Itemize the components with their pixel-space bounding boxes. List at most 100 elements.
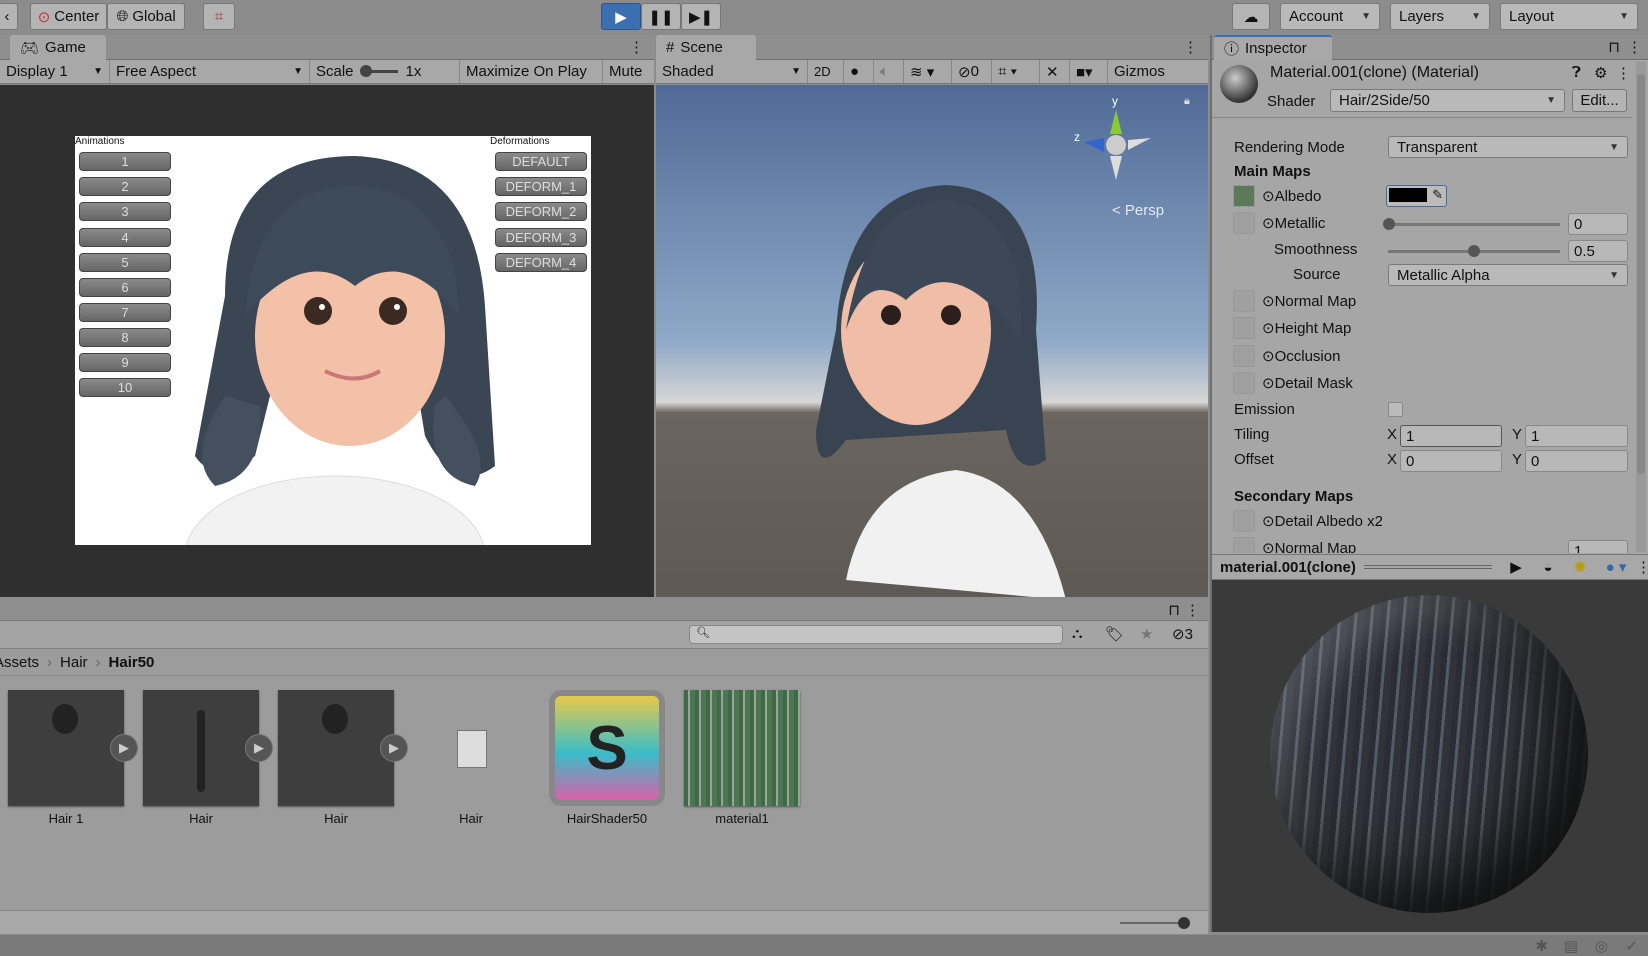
asset-hair-3[interactable]: ▶ Hair (278, 690, 408, 826)
debug-icon[interactable]: ✱ (1535, 937, 1548, 955)
animation-button-7[interactable]: 7 (79, 303, 171, 322)
asset-hair-1[interactable]: ▶ Hair 1 (8, 690, 138, 826)
asset-hair-2[interactable]: ▶ Hair (143, 690, 273, 826)
deform-button-1[interactable]: DEFORM_1 (495, 177, 587, 196)
display-dropdown[interactable]: Display 1 ▼ (0, 60, 110, 83)
smoothness-slider-handle[interactable] (1468, 245, 1480, 257)
animation-button-2[interactable]: 2 (79, 177, 171, 196)
animation-button-1[interactable]: 1 (79, 152, 171, 171)
tab-game[interactable]: 🎮︎ Game (10, 35, 106, 60)
asset-hair-file[interactable]: Hair (413, 690, 529, 826)
tab-inspector[interactable]: ⓘ Inspector (1214, 35, 1332, 60)
offset-x-field[interactable]: 0 (1400, 450, 1502, 472)
settings-icon[interactable]: ⚙︎ (1594, 64, 1607, 82)
console-icon[interactable]: ▤ (1564, 937, 1578, 955)
occlusion-slot[interactable] (1233, 345, 1255, 367)
smoothness-value-field[interactable]: 0.5 (1568, 240, 1628, 262)
lock-icon[interactable]: 🔒︎ (1184, 95, 1190, 108)
filter-by-type-icon[interactable]: ⛬ (1072, 625, 1083, 642)
deform-button-2[interactable]: DEFORM_2 (495, 202, 587, 221)
hidden-packages-toggle[interactable]: ⊘3 (1172, 625, 1193, 643)
preview-resize-handle[interactable] (1363, 565, 1492, 569)
scene-viewport[interactable]: y z 🔒︎ < Persp (656, 85, 1208, 597)
tiling-y-field[interactable]: 1 (1525, 425, 1628, 447)
expand-arrow-icon[interactable]: ▶ (110, 734, 138, 762)
material-preview[interactable] (1212, 580, 1648, 932)
perspective-label[interactable]: < Persp (1112, 202, 1164, 219)
animation-button-3[interactable]: 3 (79, 202, 171, 221)
panel-menu-icon[interactable]: ⋮ (629, 38, 644, 56)
expand-arrow-icon[interactable]: ▶ (245, 734, 273, 762)
asset-material1[interactable]: material1 (684, 690, 800, 826)
favorite-star-icon[interactable]: ★ (1140, 625, 1153, 643)
preview-menu-icon[interactable]: ⋮ (1636, 558, 1648, 576)
height-map-slot[interactable] (1233, 317, 1255, 339)
progress-icon[interactable]: ◎ (1595, 937, 1608, 955)
cloud-button[interactable]: ☁ (1232, 3, 1270, 30)
deform-button-default[interactable]: DEFAULT (495, 152, 587, 171)
play-button[interactable]: ▶ (601, 3, 641, 30)
asset-hairshader50[interactable]: S HairShader50 (549, 690, 665, 826)
eyedropper-icon[interactable]: ✎ (1432, 187, 1443, 203)
animation-button-8[interactable]: 8 (79, 328, 171, 347)
tab-scene[interactable]: # Scene (656, 35, 756, 60)
panel-menu-icon[interactable]: ⋮ (1185, 601, 1200, 619)
breadcrumb-hair[interactable]: Hair (60, 654, 88, 671)
pivot-center-button[interactable]: ⊙ Center (30, 3, 107, 30)
source-dropdown[interactable]: Metallic Alpha ▼ (1388, 264, 1628, 286)
filter-by-label-icon[interactable]: 🏷︎ (1105, 625, 1124, 643)
grid-dropdown[interactable]: ⌗ ▾ (992, 60, 1040, 83)
preview-play-icon[interactable]: ▶ (1500, 558, 1532, 576)
preview-shape-dropdown[interactable]: ● ▾ (1596, 558, 1636, 576)
animation-button-9[interactable]: 9 (79, 353, 171, 372)
scale-slider[interactable]: Scale 1x (310, 60, 460, 83)
tiling-x-field[interactable]: 1 (1400, 425, 1502, 447)
hidden-objects-toggle[interactable]: ⊘ 0 (952, 60, 992, 83)
expand-arrow-icon[interactable]: ▶ (380, 734, 408, 762)
lock-icon[interactable]: ⊓ (1168, 601, 1180, 619)
scene-gizmo[interactable]: y z (1074, 94, 1156, 180)
snap-button[interactable]: ⌗ (203, 3, 235, 30)
search-input[interactable]: 🔍︎ (689, 625, 1063, 644)
camera-dropdown[interactable]: ■▾ (1070, 60, 1108, 83)
maximize-on-play-toggle[interactable]: Maximize On Play (460, 60, 603, 83)
effects-dropdown[interactable]: ≋ ▾ (904, 60, 952, 83)
animation-button-10[interactable]: 10 (79, 378, 171, 397)
metallic-texture-slot[interactable] (1233, 212, 1255, 234)
lighting-toggle[interactable]: ● (844, 60, 874, 83)
layers-dropdown[interactable]: Layers ▼ (1390, 3, 1490, 30)
inspector-scrollbar[interactable] (1636, 62, 1646, 552)
cache-icon[interactable]: ✓ (1625, 937, 1638, 955)
panel-menu-icon[interactable]: ⋮ (1183, 38, 1198, 56)
game-viewport[interactable]: Animations Deformations 1 2 3 4 5 6 7 8 … (0, 85, 654, 597)
deform-button-4[interactable]: DEFORM_4 (495, 253, 587, 272)
gizmos-button[interactable]: Gizmos (1108, 60, 1171, 83)
breadcrumb-assets[interactable]: Assets (0, 654, 39, 671)
emission-checkbox[interactable] (1388, 402, 1403, 417)
edit-shader-button[interactable]: Edit... (1572, 89, 1627, 112)
animation-button-6[interactable]: 6 (79, 278, 171, 297)
help-icon[interactable]: ❓︎ (1572, 64, 1581, 81)
animation-button-4[interactable]: 4 (79, 228, 171, 247)
metallic-slider[interactable] (1383, 218, 1560, 230)
smoothness-slider[interactable] (1388, 245, 1560, 257)
secondary-normal-scale-field[interactable]: 1 (1568, 540, 1628, 553)
detail-mask-slot[interactable] (1233, 372, 1255, 394)
icon-size-slider[interactable] (1120, 917, 1190, 929)
audio-toggle[interactable]: 🔈︎ (874, 60, 904, 83)
detail-albedo-slot[interactable] (1233, 510, 1255, 532)
step-button[interactable]: ▶❚ (681, 3, 721, 30)
preview-sphere-icon[interactable]: ◒ (1532, 559, 1564, 576)
albedo-color-field[interactable]: ✎ (1386, 185, 1447, 207)
secondary-normal-map-slot[interactable] (1233, 537, 1255, 553)
pause-button[interactable]: ❚❚ (641, 3, 681, 30)
mute-toggle[interactable]: Mute (603, 60, 653, 83)
deform-button-3[interactable]: DEFORM_3 (495, 228, 587, 247)
normal-map-slot[interactable] (1233, 290, 1255, 312)
2d-toggle[interactable]: 2D (808, 60, 844, 83)
shader-dropdown[interactable]: Hair/2Side/50 ▼ (1330, 89, 1565, 112)
animation-button-5[interactable]: 5 (79, 253, 171, 272)
back-button[interactable]: ‹ (0, 3, 18, 30)
more-icon[interactable]: ⋮ (1616, 64, 1631, 82)
layout-dropdown[interactable]: Layout ▼ (1500, 3, 1638, 30)
